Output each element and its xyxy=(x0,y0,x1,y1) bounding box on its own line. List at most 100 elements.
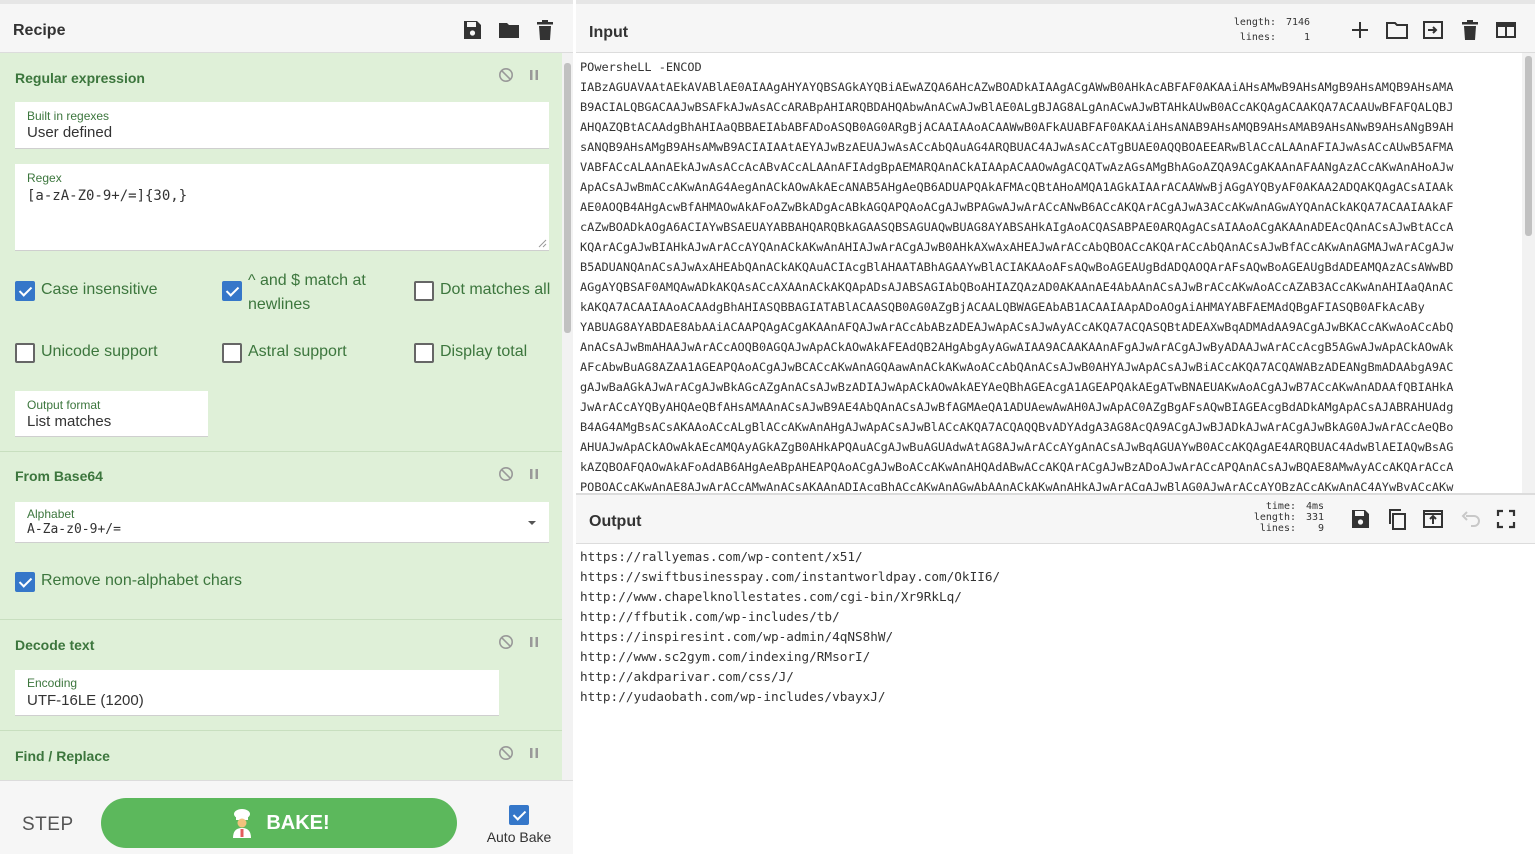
astral-support-label: Astral support xyxy=(248,343,347,360)
display-total-checkbox[interactable]: Display total xyxy=(414,343,527,363)
checkbox-unchecked[interactable] xyxy=(15,343,35,363)
output-line: https://rallyemas.com/wp-content/x51/ xyxy=(580,549,863,564)
recipe-list: Regular expression Built in regexes User… xyxy=(0,53,562,780)
input-pane: Input length: 7146 lines: 1 POwersheLL -… xyxy=(576,0,1535,495)
breakpoint-icon[interactable] xyxy=(526,67,542,83)
operation-find-replace[interactable]: Find / Replace xyxy=(0,731,562,780)
disable-icon[interactable] xyxy=(498,67,514,83)
input-line: B4AG4AMgBsACsAKAAoACcALgBlACcAKwAnAHgAJw… xyxy=(580,420,1454,434)
save-icon[interactable] xyxy=(460,18,484,42)
open-file-icon[interactable] xyxy=(1421,18,1445,42)
input-line: YABUAG8AYABDAE8AbAAiACAAPQAgACgAKAAnAFQA… xyxy=(580,320,1454,334)
input-line: kAKQA7ACAAIAAoACAAdgBhAHIASQBBAGIATABlAC… xyxy=(580,300,1425,314)
breakpoint-icon[interactable] xyxy=(526,745,542,761)
copy-icon[interactable] xyxy=(1385,507,1409,531)
input-length-value: 7146 xyxy=(1285,17,1311,28)
builtin-regexes-label: Built in regexes xyxy=(27,109,110,123)
auto-bake-label: Auto Bake xyxy=(486,829,552,845)
case-insensitive-label: Case insensitive xyxy=(41,281,158,298)
output-line: http://ffbutik.com/wp-includes/tb/ xyxy=(580,609,840,624)
astral-support-checkbox[interactable]: Astral support xyxy=(222,343,347,363)
undo-icon[interactable] xyxy=(1458,507,1482,531)
regex-value: [a-zA-Z0-9+/=]{30,} xyxy=(27,188,188,204)
chevron-down-icon[interactable] xyxy=(527,520,537,526)
input-line: JwArACcAYQByAHQAeQBfAHsAMAAnACsAJwB9AE4A… xyxy=(580,400,1454,414)
breakpoint-icon[interactable] xyxy=(526,634,542,650)
input-line: B5ADUANQAnACsAJwAxAHEAbQAnACkAKQAuACIAcg… xyxy=(580,260,1454,274)
multiline-checkbox[interactable]: ^ and $ match at newlines xyxy=(222,269,366,317)
input-line: AFcAbwBuAG8AZAA1AGEAPQAoACgAJwBCACcAKwAn… xyxy=(580,360,1454,374)
input-line: gAJwBaAGkAJwArACgAJwBkAGcAZgAnACsAJwBzAD… xyxy=(580,380,1454,394)
encoding-select[interactable]: Encoding UTF-16LE (1200) xyxy=(15,670,499,716)
builtin-regexes-select[interactable]: Built in regexes User defined xyxy=(15,102,549,149)
save-icon[interactable] xyxy=(1348,507,1372,531)
input-header: Input length: 7146 lines: 1 xyxy=(576,0,1535,53)
input-line: AnACsAJwBmAHAAJwArACcAOQB0AGQAJwApACkAOw… xyxy=(580,340,1454,354)
input-line: ApACsAJwBmACcAKwAnAG4AegAnACkAOwAkAEcANA… xyxy=(580,180,1454,194)
input-line: AHQAZQBtACAAdgBhAHIAaQBBAEIAbABFADoASQB0… xyxy=(580,120,1454,134)
trash-icon[interactable] xyxy=(1458,18,1482,42)
checkbox-unchecked[interactable] xyxy=(414,281,434,301)
input-line: B9ACIALQBGACAAJwBSAFkAJwAsACcARABpAHIARQ… xyxy=(580,100,1454,114)
step-button[interactable]: STEP xyxy=(22,814,74,836)
output-line: http://yudaobath.com/wp-includes/vbayxJ/ xyxy=(580,689,886,704)
regex-label: Regex xyxy=(27,171,62,185)
operation-from-base64[interactable]: From Base64 Alphabet A-Za-z0-9+/= Remove… xyxy=(0,452,562,620)
checkbox-checked[interactable] xyxy=(15,572,35,592)
input-stats: length: 7146 lines: 1 xyxy=(1226,15,1310,45)
input-line: AGgAYQBSAF0AMQAwADkAKQAsACcAXAAnACkAKQAp… xyxy=(580,280,1454,294)
checkbox-unchecked[interactable] xyxy=(414,343,434,363)
remove-nonalphabet-checkbox[interactable]: Remove non-alphabet chars xyxy=(15,572,242,592)
output-line: https://swiftbusinesspay.com/instantworl… xyxy=(580,569,1001,584)
maximize-icon[interactable] xyxy=(1494,507,1518,531)
breakpoint-icon[interactable] xyxy=(526,466,542,482)
recipe-scrollbar[interactable] xyxy=(562,53,573,780)
dot-matches-all-checkbox[interactable]: Dot matches all xyxy=(414,281,550,301)
output-pane: Output time: 4ms length: 331 lines: 9 ht… xyxy=(576,495,1535,854)
output-format-value: List matches xyxy=(27,413,112,430)
input-title: Input xyxy=(589,24,629,41)
checkbox-unchecked[interactable] xyxy=(222,343,242,363)
disable-icon[interactable] xyxy=(498,634,514,650)
case-insensitive-checkbox[interactable]: Case insensitive xyxy=(15,281,158,301)
multiline-label: ^ and $ match at newlines xyxy=(248,269,366,317)
operation-title: From Base64 xyxy=(15,468,103,484)
add-tab-icon[interactable] xyxy=(1348,18,1372,42)
checkbox-checked[interactable] xyxy=(15,281,35,301)
operation-decode-text[interactable]: Decode text Encoding UTF-16LE (1200) xyxy=(0,620,562,731)
output-line: http://www.sc2gym.com/indexing/RMsorI/ xyxy=(580,649,871,664)
operation-title: Regular expression xyxy=(15,70,145,86)
disable-icon[interactable] xyxy=(498,745,514,761)
replace-input-icon[interactable] xyxy=(1421,507,1445,531)
output-textarea[interactable]: https://rallyemas.com/wp-content/x51/htt… xyxy=(580,547,1520,707)
input-textarea[interactable]: POwersheLL -ENCOD IABzAGUAVAAtAEkAVABlAE0… xyxy=(580,57,1520,491)
controls-bar: STEP BAKE! Auto Bake xyxy=(0,780,573,854)
dot-matches-all-label: Dot matches all xyxy=(440,281,551,298)
operation-regular-expression[interactable]: Regular expression Built in regexes User… xyxy=(0,53,562,452)
unicode-support-checkbox[interactable]: Unicode support xyxy=(15,343,158,363)
regex-input[interactable]: Regex [a-zA-Z0-9+/=]{30,} xyxy=(15,164,549,251)
alphabet-select[interactable]: Alphabet A-Za-z0-9+/= xyxy=(15,502,549,543)
alphabet-label: Alphabet xyxy=(27,507,75,521)
disable-icon[interactable] xyxy=(498,466,514,482)
layout-icon[interactable] xyxy=(1494,18,1518,42)
bake-button[interactable]: BAKE! xyxy=(101,798,457,848)
scrollbar-thumb[interactable] xyxy=(1525,56,1532,236)
resize-grip-icon[interactable] xyxy=(538,239,547,248)
scrollbar-thumb[interactable] xyxy=(564,63,571,333)
alphabet-value: A-Za-z0-9+/= xyxy=(27,522,121,537)
output-lines-label: lines: xyxy=(1259,523,1296,534)
cyberchef-app: Recipe Regular expression Built in regex… xyxy=(0,0,1535,854)
trash-icon[interactable] xyxy=(533,18,557,42)
output-format-select[interactable]: Output format List matches xyxy=(15,391,208,437)
encoding-label: Encoding xyxy=(27,676,78,690)
auto-bake-checkbox[interactable]: Auto Bake xyxy=(485,805,553,845)
folder-icon[interactable] xyxy=(497,18,521,42)
checkbox-checked[interactable] xyxy=(509,805,529,825)
output-line: https://inspiresint.com/wp-admin/4qNS8hW… xyxy=(580,629,894,644)
input-length-label: length: xyxy=(1233,17,1276,28)
checkbox-checked[interactable] xyxy=(222,281,242,301)
output-title: Output xyxy=(589,513,642,530)
input-scrollbar[interactable] xyxy=(1522,53,1535,493)
open-folder-icon[interactable] xyxy=(1385,18,1409,42)
